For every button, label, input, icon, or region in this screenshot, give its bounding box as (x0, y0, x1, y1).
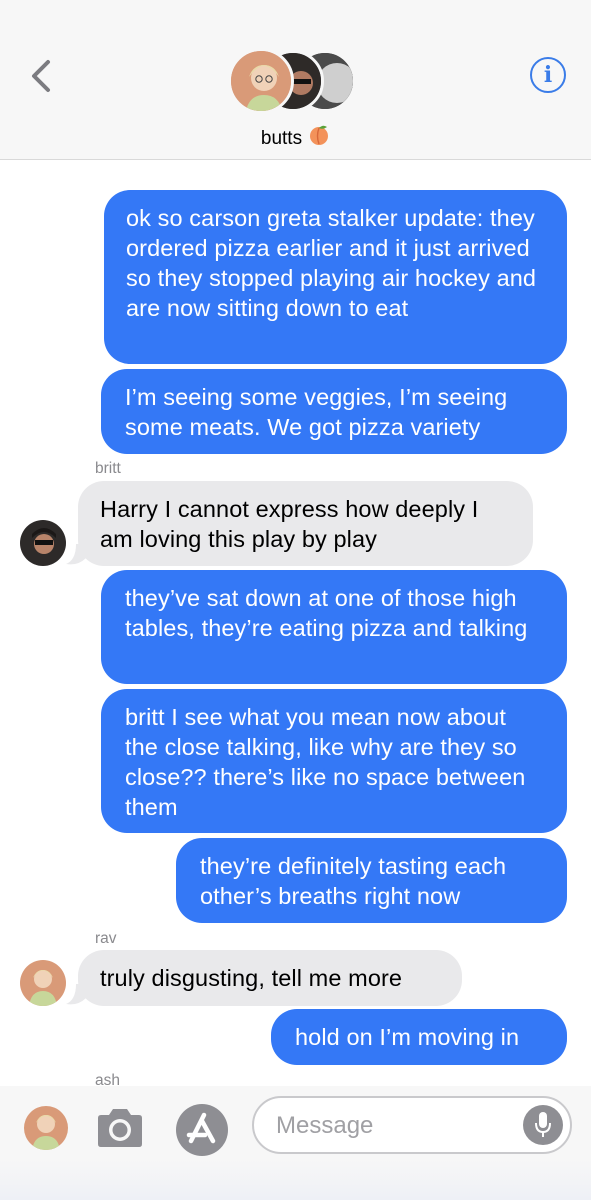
message-text: britt I see what you mean now about the … (125, 704, 526, 820)
microphone-icon (535, 1112, 551, 1137)
group-avatars[interactable] (228, 48, 358, 116)
message-bubble-outgoing[interactable]: they’ve sat down at one of those high ta… (101, 570, 567, 684)
message-bubble-outgoing[interactable]: britt I see what you mean now about the … (101, 689, 567, 833)
message-bubble-outgoing[interactable]: hold on I’m moving in (271, 1009, 567, 1065)
message-text: they’re definitely tasting each other’s … (200, 853, 507, 909)
message-text: ok so carson greta stalker update: they … (126, 205, 537, 321)
memoji-button[interactable] (24, 1106, 68, 1150)
message-text: they’ve sat down at one of those high ta… (125, 585, 528, 641)
message-text: truly disgusting, tell me more (100, 965, 403, 991)
message-bubble-outgoing[interactable]: they’re definitely tasting each other’s … (176, 838, 567, 923)
sender-name: rav (95, 930, 117, 947)
camera-icon (98, 1109, 142, 1147)
message-bubble-incoming[interactable]: Harry I cannot express how deeply I am l… (78, 481, 533, 566)
conversation-header: butts i (0, 0, 591, 160)
message-bubble-outgoing[interactable]: I’m seeing some veggies, I’m seeing some… (101, 369, 567, 454)
message-input[interactable]: Message (252, 1096, 572, 1154)
back-button[interactable] (26, 56, 58, 96)
app-store-icon (176, 1104, 228, 1156)
message-text: hold on I’m moving in (295, 1024, 520, 1050)
peach-emoji-icon (308, 124, 330, 152)
camera-button[interactable] (94, 1106, 146, 1150)
message-bubble-incoming[interactable]: truly disgusting, tell me more (78, 950, 462, 1006)
message-placeholder: Message (276, 1112, 374, 1139)
chevron-left-icon (32, 60, 50, 92)
group-name-label: butts (260, 128, 303, 149)
message-text: Harry I cannot express how deeply I am l… (100, 496, 479, 552)
app-store-button[interactable] (175, 1103, 229, 1157)
group-name[interactable]: butts (0, 124, 591, 152)
avatar-rav[interactable] (20, 960, 66, 1006)
message-bubble-outgoing[interactable]: ok so carson greta stalker update: they … (104, 190, 567, 364)
message-text: I’m seeing some veggies, I’m seeing some… (125, 384, 508, 440)
dictation-button[interactable] (523, 1105, 563, 1145)
avatar-member-1 (228, 48, 294, 114)
info-button[interactable]: i (530, 57, 566, 93)
info-icon: i (543, 62, 553, 88)
sender-name: britt (95, 460, 121, 477)
bottom-fade (0, 1160, 591, 1200)
avatar-britt[interactable] (20, 520, 66, 566)
